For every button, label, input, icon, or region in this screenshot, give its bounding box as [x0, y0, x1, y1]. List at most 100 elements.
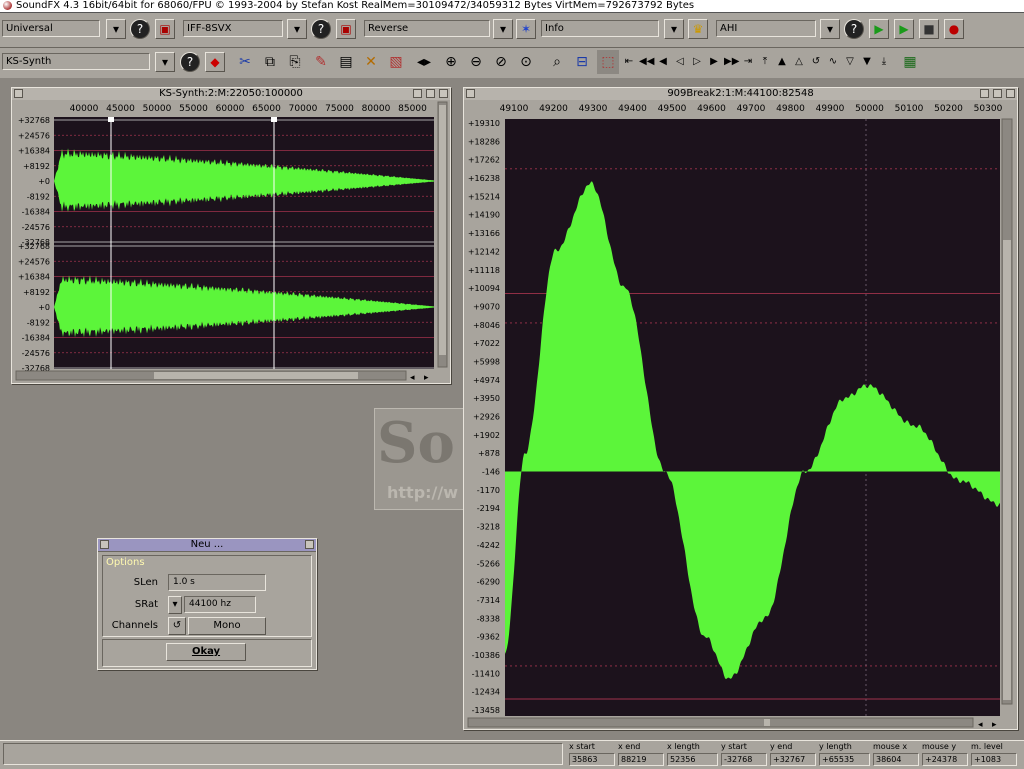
y-tick-label: -12434: [472, 688, 500, 697]
goto-end-button[interactable]: ⇥: [741, 50, 755, 74]
y-tick-label: +9070: [473, 302, 500, 311]
zoom-in-button[interactable]: ⊕: [440, 50, 462, 74]
chevron-down-icon: ▾: [112, 22, 120, 36]
saver-button[interactable]: ▣: [336, 19, 356, 39]
overwrite-button[interactable]: ▤: [335, 50, 357, 74]
channels-cycle-button[interactable]: ↺: [168, 617, 186, 635]
zoom-range-button[interactable]: ◂▸: [413, 50, 435, 74]
down-button[interactable]: ▽: [843, 50, 857, 74]
close-icon[interactable]: [466, 89, 475, 98]
prev-mark-button[interactable]: ◁: [673, 50, 687, 74]
y-tick-label: +15214: [468, 192, 500, 201]
mixer-button[interactable]: ▦: [899, 50, 921, 74]
x-tick-label: 60000: [216, 104, 245, 114]
generate-button[interactable]: ◆: [205, 52, 225, 72]
iconify-icon[interactable]: [1006, 89, 1015, 98]
channels-cycle[interactable]: Mono: [188, 617, 266, 635]
range-button[interactable]: ⬚: [597, 50, 619, 74]
universal-field[interactable]: Universal: [2, 20, 100, 37]
player-field[interactable]: AHI: [716, 20, 816, 37]
status-label: mouse y: [922, 742, 957, 751]
universal-dropdown-button[interactable]: ▾: [106, 19, 126, 39]
up-button[interactable]: △: [792, 50, 806, 74]
erase-button[interactable]: ▧: [385, 50, 407, 74]
erase-icon: ▧: [389, 54, 403, 70]
loop-button[interactable]: ↺: [809, 50, 823, 74]
zoom-icon[interactable]: [413, 89, 422, 98]
zoom-all-button[interactable]: ⊙: [515, 50, 537, 74]
loader-dropdown-button[interactable]: ▾: [287, 19, 307, 39]
rexx-dropdown-button[interactable]: ▾: [664, 19, 684, 39]
rexx-field[interactable]: Info: [541, 20, 659, 37]
y-tick-label: +32768: [18, 116, 50, 125]
help-icon: ?: [317, 22, 325, 36]
okay-button[interactable]: Okay: [166, 643, 246, 661]
zoom-view-button[interactable]: ⌕: [546, 50, 568, 74]
top-button[interactable]: ⤒: [758, 50, 772, 74]
step-forward-button[interactable]: ▶: [707, 50, 721, 74]
paste-button[interactable]: ⎘: [284, 50, 306, 74]
player-dropdown-button[interactable]: ▾: [820, 19, 840, 39]
pencil-button[interactable]: ✎: [310, 50, 332, 74]
srat-input[interactable]: 44100 hz: [184, 596, 256, 613]
channels-label: Channels: [111, 620, 158, 631]
bottom-button[interactable]: ⤓: [877, 50, 891, 74]
dialog-titlebar[interactable]: Neu ...: [98, 539, 316, 552]
status-label: m. level: [971, 742, 1003, 751]
status-label: y length: [819, 742, 852, 751]
copy-button[interactable]: ⧉: [259, 50, 281, 74]
loader-field[interactable]: IFF-8SVX: [183, 20, 283, 37]
y-tick-label: -16384: [22, 208, 50, 217]
iconify-icon[interactable]: [439, 89, 448, 98]
lock-button[interactable]: ⊟: [571, 50, 593, 74]
run-operator-button[interactable]: ✶: [516, 19, 536, 39]
wave-button[interactable]: ∿: [826, 50, 840, 74]
cut-button[interactable]: ✂: [234, 50, 256, 74]
fast-rewind-button[interactable]: ◀◀: [639, 50, 654, 74]
generator-field[interactable]: KS-Synth: [2, 53, 150, 70]
toolbar-row-1: Universal ▾ ? ▣ IFF-8SVX ▾ ? ▣ Reverse ▾…: [0, 13, 1024, 47]
next-mark-button[interactable]: ▷: [690, 50, 704, 74]
step-back-button[interactable]: ◀: [656, 50, 670, 74]
close-icon[interactable]: [14, 89, 23, 98]
fast-forward-button[interactable]: ▶▶: [724, 50, 739, 74]
zoom-eq-button[interactable]: ⊘: [490, 50, 512, 74]
wave-right-display[interactable]: 49100 49200 49300 49400 49500 49600 49700 49800…: [464, 100, 1017, 729]
srat-popup-button[interactable]: ▾: [168, 596, 182, 614]
depth-icon[interactable]: [305, 540, 314, 549]
stop-button[interactable]: ■: [919, 19, 939, 39]
y-tick-label: -3218: [477, 523, 500, 532]
help-button[interactable]: ?: [130, 19, 150, 39]
lips-icon: ◆: [210, 55, 220, 69]
wave-window-right-title: 909Break2:1:M:44100:82548: [667, 88, 814, 99]
generator-help-button[interactable]: ?: [180, 52, 200, 72]
bottom-icon: ⤓: [881, 56, 887, 67]
play-range-button[interactable]: ▶: [894, 19, 914, 39]
goto-start-button[interactable]: ⇤: [622, 50, 636, 74]
zoom-icon[interactable]: [980, 89, 989, 98]
x-tick-label: 70000: [289, 104, 318, 114]
crown-button[interactable]: ♛: [688, 19, 708, 39]
save-button[interactable]: ▣: [155, 19, 175, 39]
depth-icon[interactable]: [426, 89, 435, 98]
y-tick-label: +16384: [18, 273, 50, 282]
up-fast-button[interactable]: ▲: [775, 50, 789, 74]
zoom-out-button[interactable]: ⊖: [465, 50, 487, 74]
wave-left-display[interactable]: 40000 45000 50000 55000 60000 65000 70000 75000…: [12, 100, 450, 383]
operator-field[interactable]: Reverse: [364, 20, 490, 37]
depth-icon[interactable]: [993, 89, 1002, 98]
operator-dropdown-button[interactable]: ▾: [493, 19, 513, 39]
chevron-down-icon: ▾: [172, 599, 178, 610]
loader-help-button[interactable]: ?: [311, 19, 331, 39]
exchange-button[interactable]: ✕: [360, 50, 382, 74]
play-button[interactable]: ▶: [869, 19, 889, 39]
down-fast-button[interactable]: ▼: [860, 50, 874, 74]
player-help-button[interactable]: ?: [844, 19, 864, 39]
generator-dropdown-button[interactable]: ▾: [155, 52, 175, 72]
x-tick-label: 49500: [658, 104, 687, 114]
close-icon[interactable]: [100, 540, 109, 549]
record-button[interactable]: ●: [944, 19, 964, 39]
app-icon: [3, 1, 12, 10]
y-tick-label: +24576: [18, 131, 50, 140]
slen-input[interactable]: 1.0 s: [168, 574, 266, 591]
